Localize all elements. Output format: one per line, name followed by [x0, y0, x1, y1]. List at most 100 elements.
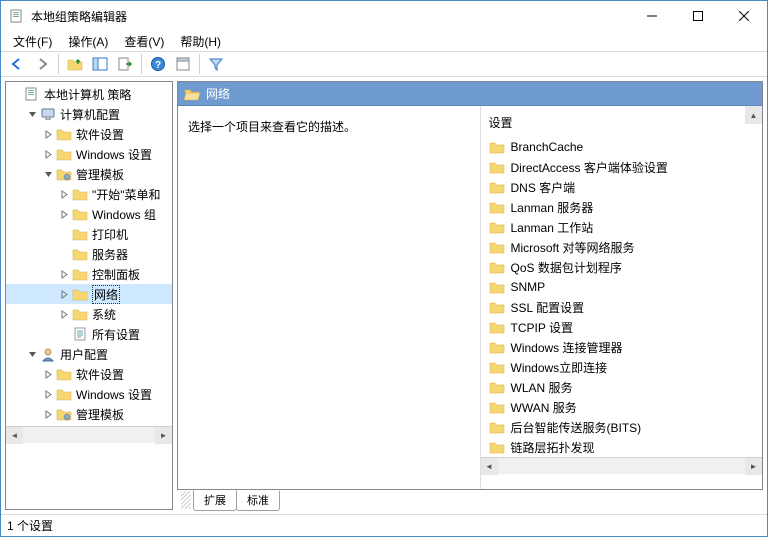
folder-icon	[489, 399, 505, 415]
list-item[interactable]: Windows立即连接	[481, 357, 763, 377]
list-item[interactable]: DNS 客户端	[481, 177, 763, 197]
list-item[interactable]: 链路层拓扑发现	[481, 437, 763, 457]
show-hide-tree-button[interactable]	[88, 53, 112, 75]
twisty-none	[10, 88, 22, 100]
chevron-right-icon[interactable]	[58, 208, 70, 220]
chevron-down-icon[interactable]	[26, 348, 38, 360]
tree-user-config[interactable]: 用户配置	[6, 344, 172, 364]
tab-standard[interactable]: 标准	[236, 491, 280, 511]
list-hscrollbar[interactable]: ◄ ►	[481, 457, 763, 474]
list-item[interactable]: SSL 配置设置	[481, 297, 763, 317]
export-button[interactable]	[113, 53, 137, 75]
chevron-right-icon[interactable]	[58, 268, 70, 280]
chevron-down-icon[interactable]	[42, 168, 54, 180]
tree-server[interactable]: 服务器	[6, 244, 172, 264]
menu-view[interactable]: 查看(V)	[116, 31, 172, 52]
tree-item-label: "开始"菜单和	[92, 186, 161, 203]
back-button[interactable]	[5, 53, 29, 75]
tree-windows-settings-2[interactable]: Windows 设置	[6, 384, 172, 404]
up-button[interactable]	[63, 53, 87, 75]
toolbar: ?	[1, 51, 767, 77]
chevron-down-icon[interactable]	[26, 108, 38, 120]
filter-button[interactable]	[204, 53, 228, 75]
tree-software-settings-2[interactable]: 软件设置	[6, 364, 172, 384]
close-button[interactable]	[721, 1, 767, 31]
tree-item-label: 管理模板	[76, 406, 124, 423]
tab-grip-icon	[181, 491, 191, 509]
twisty-none	[58, 228, 70, 240]
list-item[interactable]: Windows 连接管理器	[481, 337, 763, 357]
scroll-up-icon[interactable]: ▲	[745, 106, 762, 124]
maximize-button[interactable]	[675, 1, 721, 31]
menu-help[interactable]: 帮助(H)	[172, 31, 229, 52]
settings-list[interactable]: ▲ 设置 BranchCache DirectAccess 客户端体验设置DNS …	[480, 106, 763, 489]
list-item[interactable]: Lanman 工作站	[481, 217, 763, 237]
scroll-left-icon[interactable]: ◄	[481, 458, 498, 475]
scroll-right-icon[interactable]: ►	[745, 458, 762, 475]
list-item[interactable]: Microsoft 对等网络服务	[481, 237, 763, 257]
twisty-none	[58, 248, 70, 260]
list-item[interactable]: SNMP	[481, 277, 763, 297]
scroll-left-icon[interactable]: ◄	[6, 427, 23, 444]
list-item[interactable]: TCPIP 设置	[481, 317, 763, 337]
sheet-icon	[72, 326, 88, 342]
list-item-label: SSL 配置设置	[511, 299, 585, 316]
list-item[interactable]: Lanman 服务器	[481, 197, 763, 217]
help-button[interactable]: ?	[146, 53, 170, 75]
chevron-right-icon[interactable]	[42, 128, 54, 140]
folder-icon	[489, 439, 505, 455]
list-item[interactable]: QoS 数据包计划程序	[481, 257, 763, 277]
list-item-label: Microsoft 对等网络服务	[511, 239, 635, 256]
list-item[interactable]: BranchCache	[481, 137, 763, 157]
properties-button[interactable]	[171, 53, 195, 75]
folder-icon	[489, 199, 505, 215]
menu-file[interactable]: 文件(F)	[5, 31, 60, 52]
chevron-right-icon[interactable]	[42, 368, 54, 380]
tree-network[interactable]: 网络	[6, 284, 172, 304]
chevron-right-icon[interactable]	[42, 148, 54, 160]
chevron-right-icon[interactable]	[58, 288, 70, 300]
list-item[interactable]: WWAN 服务	[481, 397, 763, 417]
tree-software-settings[interactable]: 软件设置	[6, 124, 172, 144]
scroll-right-icon[interactable]: ►	[155, 427, 172, 444]
list-item[interactable]: 后台智能传送服务(BITS)	[481, 417, 763, 437]
list-item[interactable]: WLAN 服务	[481, 377, 763, 397]
minimize-button[interactable]	[629, 1, 675, 31]
chevron-right-icon[interactable]	[58, 308, 70, 320]
list-item-label: Lanman 工作站	[511, 219, 594, 236]
list-item-label: BranchCache	[511, 140, 584, 154]
tree-system[interactable]: 系统	[6, 304, 172, 324]
tree-windows-components[interactable]: Windows 组	[6, 204, 172, 224]
tab-extended[interactable]: 扩展	[193, 490, 237, 511]
tree-all-settings[interactable]: 所有设置	[6, 324, 172, 344]
folder-icon	[489, 379, 505, 395]
content-area: 本地计算机 策略计算机配置软件设置Windows 设置管理模板"开始"菜单和Wi…	[1, 77, 767, 514]
tree-start-menu[interactable]: "开始"菜单和	[6, 184, 172, 204]
folder-icon	[72, 246, 88, 262]
tree-hscrollbar[interactable]: ◄ ►	[6, 426, 172, 443]
tree-root[interactable]: 本地计算机 策略	[6, 84, 172, 104]
tree-control-panel[interactable]: 控制面板	[6, 264, 172, 284]
settings-column-header[interactable]: 设置	[481, 110, 763, 137]
chevron-right-icon[interactable]	[42, 408, 54, 420]
tree-windows-settings[interactable]: Windows 设置	[6, 144, 172, 164]
tree-pane[interactable]: 本地计算机 策略计算机配置软件设置Windows 设置管理模板"开始"菜单和Wi…	[5, 81, 173, 510]
folder-icon	[72, 206, 88, 222]
folder-icon	[489, 279, 505, 295]
description-text: 选择一个项目来查看它的描述。	[188, 120, 356, 134]
tree-admin-templates[interactable]: 管理模板	[6, 164, 172, 184]
menu-action[interactable]: 操作(A)	[60, 31, 116, 52]
tree-computer-config[interactable]: 计算机配置	[6, 104, 172, 124]
chevron-right-icon[interactable]	[58, 188, 70, 200]
chevron-right-icon[interactable]	[42, 388, 54, 400]
tree-printer[interactable]: 打印机	[6, 224, 172, 244]
tree-admin-templates-2[interactable]: 管理模板	[6, 404, 172, 424]
computer-icon	[40, 106, 56, 122]
folder-icon	[489, 359, 505, 375]
status-text: 1 个设置	[7, 517, 53, 534]
folder-open-icon	[184, 86, 200, 102]
tree-item-label: 所有设置	[92, 326, 140, 343]
forward-button[interactable]	[30, 53, 54, 75]
tree-item-label: Windows 组	[92, 206, 156, 223]
list-item[interactable]: DirectAccess 客户端体验设置	[481, 157, 763, 177]
